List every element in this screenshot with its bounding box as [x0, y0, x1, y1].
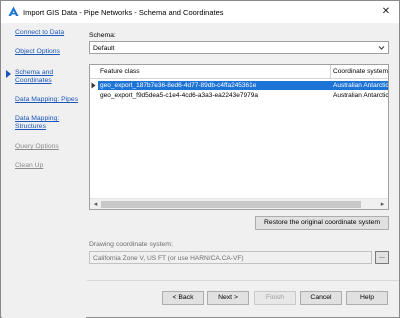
- import-gis-dialog: Import GIS Data - Pipe Networks - Schema…: [0, 0, 400, 318]
- sidebar-item-schema-and-coordinates[interactable]: Schema and Coordinates: [15, 69, 71, 85]
- row-marker-icon: [91, 81, 96, 90]
- table-row[interactable]: geo_export_f9d5dea5-c1e4-4cd6-a3a3-ea224…: [98, 91, 388, 100]
- window-title: Import GIS Data - Pipe Networks - Schema…: [23, 8, 224, 17]
- finish-button: Finish: [254, 291, 296, 305]
- drawing-coordinate-system-field: California Zone V, US FT (or use HARN/CA…: [89, 251, 372, 264]
- title-bar: Import GIS Data - Pipe Networks - Schema…: [1, 1, 399, 23]
- help-button[interactable]: Help: [346, 291, 388, 305]
- sidebar-item-data-mapping-structures[interactable]: Data Mapping: Structures: [15, 115, 71, 131]
- grid-header: Feature class Coordinate system: [90, 65, 388, 79]
- browse-coordinate-system-button[interactable]: ...: [375, 251, 389, 264]
- back-button[interactable]: < Back: [162, 291, 204, 305]
- cell-coordinate-system[interactable]: Australian Antarctic: [333, 92, 388, 99]
- schema-label: Schema:: [89, 32, 116, 39]
- schema-selected-value: Default: [93, 44, 115, 52]
- cell-feature-class: geo_export_187b7e36-8ed6-4d77-89db-c4ffa…: [100, 82, 257, 89]
- feature-class-grid[interactable]: Feature class Coordinate system geo_expo…: [89, 64, 389, 210]
- column-header-feature-class[interactable]: Feature class: [100, 68, 140, 75]
- column-divider[interactable]: [330, 65, 331, 79]
- drawing-coordinate-system-value: California Zone V, US FT (or use HARN/CA…: [93, 254, 244, 262]
- sidebar-item-query-options: Query Options: [15, 143, 59, 150]
- sidebar-item-connect-to-data[interactable]: Connect to Data: [15, 29, 64, 37]
- sidebar-item-clean-up: Clean Up: [15, 162, 44, 169]
- wizard-steps-sidebar: Connect to Data Object Options Schema an…: [2, 23, 86, 318]
- current-step-arrow-icon: [6, 70, 11, 78]
- close-button[interactable]: ✕: [379, 5, 393, 19]
- restore-coordinate-system-button[interactable]: Restore the original coordinate system: [255, 216, 389, 230]
- cell-feature-class: geo_export_f9d5dea5-c1e4-4cd6-a3a3-ea224…: [100, 92, 258, 99]
- column-header-coordinate-system[interactable]: Coordinate system: [333, 68, 388, 75]
- schema-dropdown[interactable]: Default: [89, 41, 389, 54]
- cell-coordinate-system[interactable]: Australian Antarctic: [333, 82, 388, 89]
- sidebar-item-data-mapping-pipes[interactable]: Data Mapping: Pipes: [15, 96, 78, 104]
- chevron-down-icon: [378, 44, 385, 51]
- drawing-coordinate-system-label: Drawing coordinate system:: [89, 241, 173, 248]
- scroll-right-icon[interactable]: ▸: [378, 200, 387, 209]
- civil3d-app-icon: [8, 6, 19, 17]
- sidebar-item-object-options[interactable]: Object Options: [15, 48, 60, 56]
- scrollbar-thumb[interactable]: [101, 201, 361, 208]
- horizontal-scrollbar[interactable]: ◂ ▸: [90, 198, 388, 209]
- footer-divider: [87, 280, 399, 281]
- table-row[interactable]: geo_export_187b7e36-8ed6-4d77-89db-c4ffa…: [98, 81, 388, 90]
- scroll-left-icon[interactable]: ◂: [91, 200, 100, 209]
- main-panel: Schema: Default Feature class Coordinate…: [87, 23, 399, 273]
- cancel-button[interactable]: Cancel: [300, 291, 342, 305]
- next-button[interactable]: Next >: [207, 291, 249, 305]
